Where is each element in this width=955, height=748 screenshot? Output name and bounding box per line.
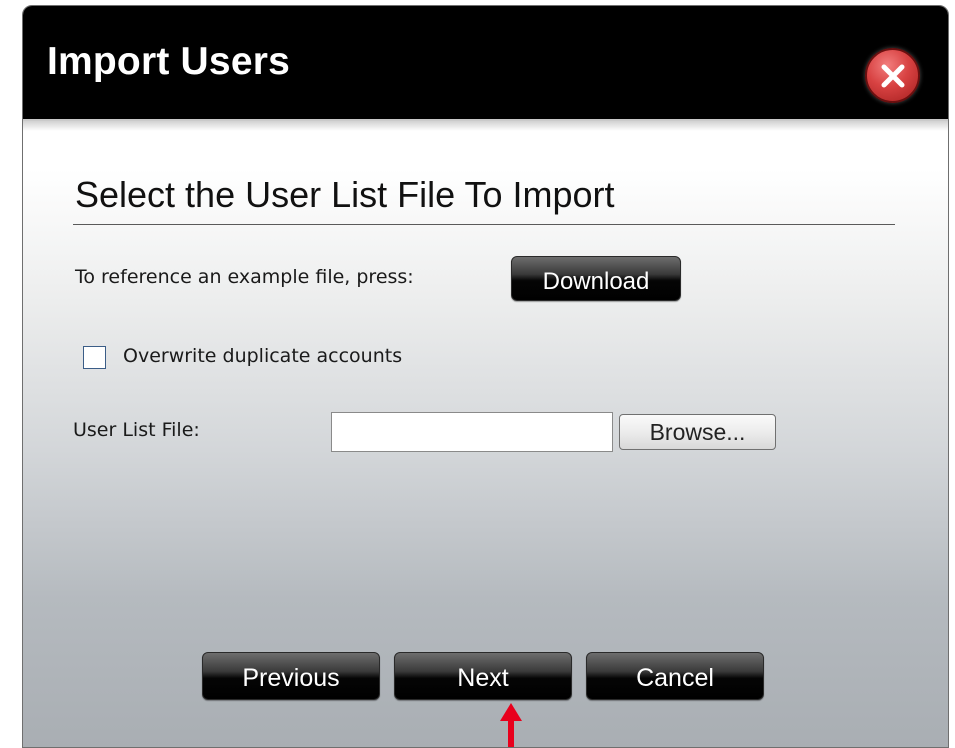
dialog-title: Import Users (47, 40, 290, 83)
previous-button[interactable]: Previous (202, 652, 380, 700)
section-divider (73, 224, 895, 225)
section-title: Select the User List File To Import (75, 174, 615, 215)
cancel-button[interactable]: Cancel (586, 652, 764, 700)
user-list-file-label: User List File: (73, 419, 200, 441)
user-list-file-input[interactable] (331, 412, 613, 452)
overwrite-duplicates-label: Overwrite duplicate accounts (123, 345, 403, 367)
close-icon (881, 64, 905, 88)
browse-button[interactable]: Browse... (619, 414, 776, 450)
arrow-up-icon (500, 703, 522, 747)
next-button[interactable]: Next (394, 652, 572, 700)
example-file-label: To reference an example file, press: (75, 266, 414, 288)
overwrite-duplicates-checkbox[interactable] (83, 346, 106, 369)
close-button[interactable] (865, 48, 920, 103)
download-button[interactable]: Download (511, 256, 681, 301)
dialog-titlebar: Import Users (23, 6, 948, 131)
import-users-dialog: Import Users Select the User List File T… (22, 5, 949, 748)
